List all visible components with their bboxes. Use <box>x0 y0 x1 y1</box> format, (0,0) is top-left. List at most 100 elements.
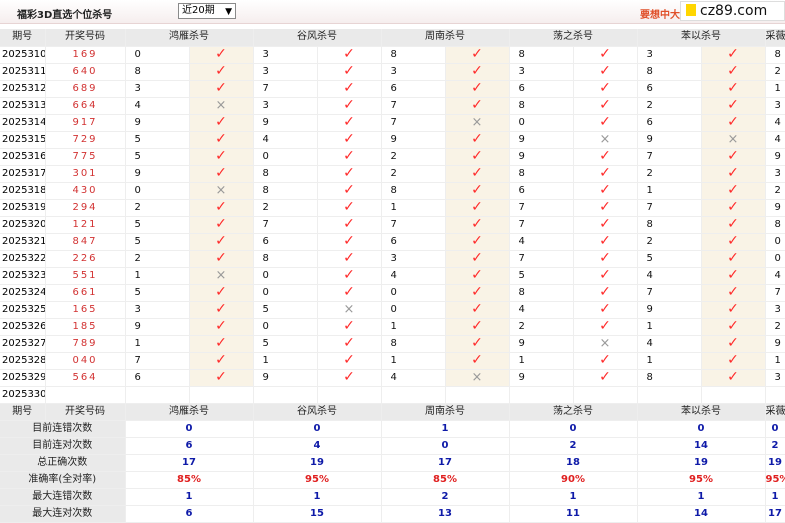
stat-label: 准确率(全对率) <box>0 471 126 489</box>
check-icon: ✓ <box>189 165 254 183</box>
check-icon: ✓ <box>701 46 766 64</box>
check-icon: ✓ <box>701 369 766 387</box>
check-icon: ✓ <box>573 80 638 98</box>
kill-number-cell: 4 <box>381 369 446 387</box>
check-icon: ✓ <box>573 165 638 183</box>
check-icon: ✓ <box>445 216 510 234</box>
check-icon: ✓ <box>445 131 510 149</box>
kill-number-cell: 7 <box>637 199 702 217</box>
kill-number-cell: 5 <box>253 301 318 319</box>
stat-value: 11 <box>509 505 638 523</box>
column-header: 开奖号码 <box>45 29 126 47</box>
check-icon: ✓ <box>445 301 510 319</box>
kill-number-cell: 8 <box>381 182 446 200</box>
check-icon: ✓ <box>701 165 766 183</box>
stat-value: 6 <box>125 437 254 455</box>
cross-icon: × <box>701 131 766 149</box>
stat-value: 0 <box>381 437 510 455</box>
kill-number-cell: 9 <box>637 301 702 319</box>
check-icon: ✓ <box>189 63 254 81</box>
kill-number-cell: 0 <box>125 182 190 200</box>
period-cell: 2025322 <box>0 250 46 268</box>
period-cell: 2025319 <box>0 199 46 217</box>
kill-number-cell: 8 <box>509 165 574 183</box>
kill-number-cell: 4 <box>381 267 446 285</box>
draw-number-cell: 664 <box>45 97 126 115</box>
kill-number-cell: 8 <box>509 284 574 302</box>
kill-number-cell: 4 <box>509 233 574 251</box>
kill-number-cell: 5 <box>125 233 190 251</box>
stats-row: 目前连错次数00100000001 <box>0 420 785 438</box>
kill-number-cell: 3 <box>765 369 785 387</box>
stat-value: 90% <box>509 471 638 489</box>
check-icon: ✓ <box>317 131 382 149</box>
table-row: 20253101690✓3✓8✓8✓3✓8✓8✓8✓8✓8✓全对 <box>0 46 785 64</box>
kill-number-cell: 3 <box>509 63 574 81</box>
check-icon: ✓ <box>573 250 638 268</box>
stat-value: 19 <box>637 454 766 472</box>
check-icon: ✓ <box>701 97 766 115</box>
stat-value: 19 <box>765 454 785 472</box>
check-icon: ✓ <box>317 250 382 268</box>
kill-number-cell: 0 <box>253 148 318 166</box>
draw-number-cell: 040 <box>45 352 126 370</box>
cross-icon: × <box>189 97 254 115</box>
kill-number-cell: 4 <box>765 267 785 285</box>
check-icon: ✓ <box>573 301 638 319</box>
check-icon: ✓ <box>317 199 382 217</box>
check-icon: ✓ <box>317 63 382 81</box>
current-kill-cell: 7 <box>765 386 785 404</box>
period-cell: 2025311 <box>0 63 46 81</box>
cross-icon: × <box>573 335 638 353</box>
period-cell: 2025315 <box>0 131 46 149</box>
kill-number-cell: 9 <box>765 199 785 217</box>
column-header: 采薇杀号 <box>765 29 785 47</box>
kill-number-cell: 9 <box>509 369 574 387</box>
stat-label: 最大连对次数 <box>0 505 126 523</box>
kill-number-cell: 3 <box>765 301 785 319</box>
check-icon: ✓ <box>189 131 254 149</box>
current-kill-spacer <box>189 386 254 404</box>
check-icon: ✓ <box>445 335 510 353</box>
check-icon: ✓ <box>445 352 510 370</box>
period-cell: 2025323 <box>0 267 46 285</box>
check-icon: ✓ <box>701 114 766 132</box>
kill-number-cell: 3 <box>253 46 318 64</box>
check-icon: ✓ <box>701 148 766 166</box>
kill-number-cell: 5 <box>509 267 574 285</box>
draw-number-cell: 640 <box>45 63 126 81</box>
period-cell: 2025327 <box>0 335 46 353</box>
current-kill-cell: 0 <box>381 386 446 404</box>
kill-number-cell: 5 <box>125 148 190 166</box>
kill-number-cell: 9 <box>765 148 785 166</box>
kill-number-cell: 1 <box>509 352 574 370</box>
kill-number-cell: 1 <box>125 335 190 353</box>
current-kill-cell: 3 <box>253 386 318 404</box>
current-label: 当前期杀号 <box>45 386 126 404</box>
kill-number-cell: 0 <box>765 233 785 251</box>
period-select[interactable]: 近20期 ▼ <box>178 3 236 19</box>
kill-number-cell: 7 <box>381 114 446 132</box>
draw-number-cell: 689 <box>45 80 126 98</box>
stat-value: 13 <box>381 505 510 523</box>
check-icon: ✓ <box>189 148 254 166</box>
kill-number-cell: 4 <box>637 267 702 285</box>
check-icon: ✓ <box>701 63 766 81</box>
site-badge[interactable]: cz89.com <box>680 1 785 21</box>
stat-value: 1 <box>125 488 254 506</box>
check-icon: ✓ <box>445 80 510 98</box>
check-icon: ✓ <box>701 80 766 98</box>
kill-number-cell: 7 <box>637 148 702 166</box>
period-cell: 2025325 <box>0 301 46 319</box>
kill-number-cell: 1 <box>381 199 446 217</box>
kill-number-cell: 8 <box>637 216 702 234</box>
kill-number-cell: 8 <box>637 63 702 81</box>
kill-number-cell: 7 <box>509 199 574 217</box>
stat-value: 14 <box>637 505 766 523</box>
kill-number-cell: 7 <box>509 250 574 268</box>
kill-number-cell: 1 <box>381 352 446 370</box>
kill-number-cell: 8 <box>765 46 785 64</box>
period-cell: 2025318 <box>0 182 46 200</box>
check-icon: ✓ <box>445 199 510 217</box>
period-cell: 2025316 <box>0 148 46 166</box>
